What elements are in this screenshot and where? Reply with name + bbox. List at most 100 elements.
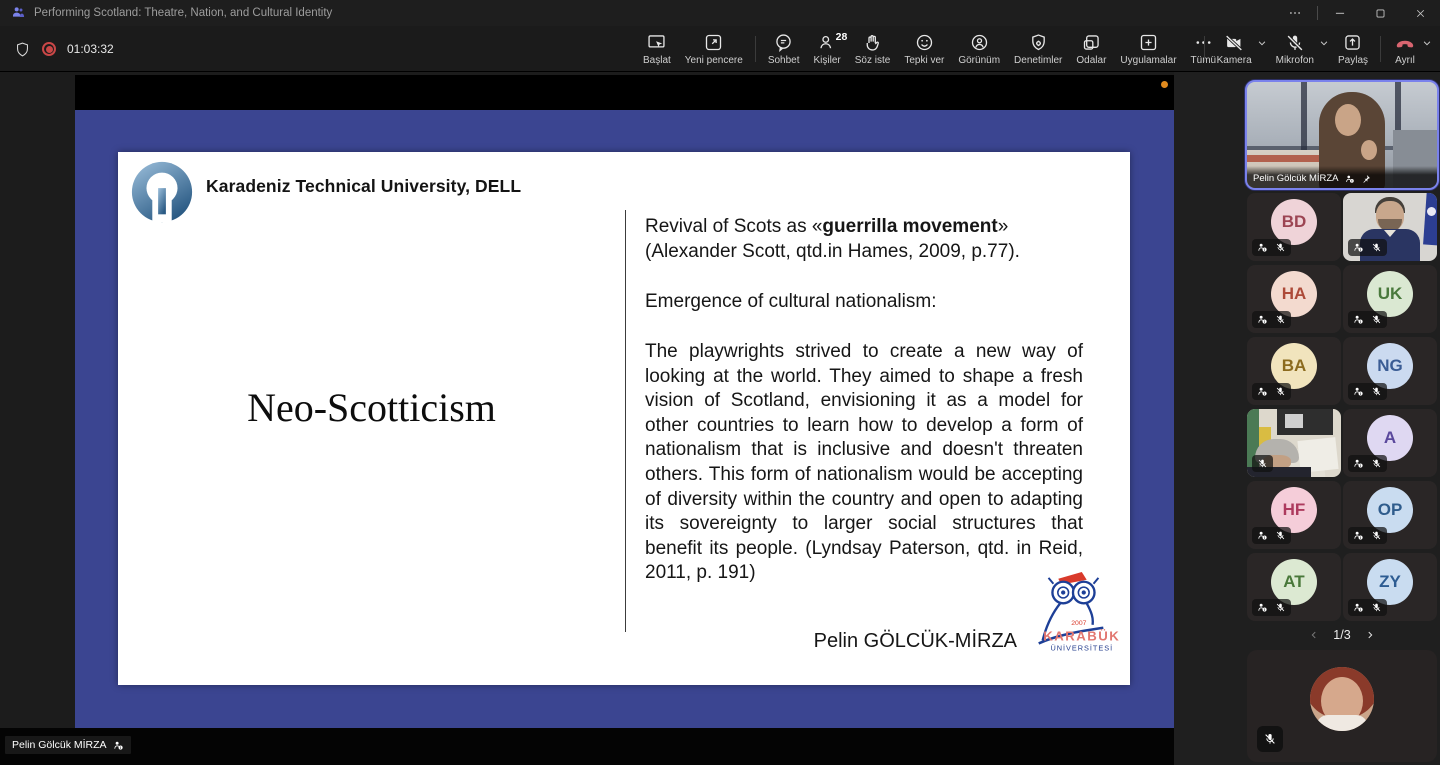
svg-text:2007: 2007	[1071, 620, 1086, 627]
pager-next-icon[interactable]	[1365, 629, 1375, 641]
speaker-video-tile[interactable]: Pelin Gölcük MİRZA	[1245, 80, 1439, 190]
participant-tile[interactable]: BD	[1247, 193, 1341, 261]
background-banner	[1423, 193, 1437, 246]
new-window-button[interactable]: Yeni pencere	[678, 29, 750, 69]
shield-icon	[14, 41, 31, 58]
toolbar-left-group: 01:03:32	[14, 26, 114, 72]
apps-button[interactable]: Uygulamalar	[1113, 29, 1183, 69]
spotlight-icon	[1354, 315, 1363, 324]
view-icon	[969, 32, 990, 53]
titlebar-divider	[1317, 6, 1318, 20]
window-controls	[1275, 0, 1440, 26]
mic-muted-icon	[1276, 243, 1285, 252]
mic-chevron-icon[interactable]	[1319, 38, 1329, 69]
status-chip	[1252, 239, 1291, 256]
toolbar-center-group: Başlat Yeni pencere Sohbet 28 Kişiler Sö…	[636, 29, 1223, 69]
participant-tile[interactable]: AT	[1247, 553, 1341, 621]
mic-muted-icon	[1372, 459, 1381, 468]
mic-off-icon	[1284, 32, 1306, 53]
rooms-icon	[1081, 32, 1102, 53]
new-window-icon	[703, 32, 724, 53]
mic-muted-icon	[1276, 603, 1285, 612]
start-share-icon	[646, 32, 667, 53]
participant-tile[interactable]: HF	[1247, 481, 1341, 549]
view-button[interactable]: Görünüm	[951, 29, 1007, 69]
mic-muted-icon	[1372, 603, 1381, 612]
participant-tile[interactable]: UK	[1343, 265, 1437, 333]
mic-muted-icon	[1372, 531, 1381, 540]
participant-tile[interactable]: BA	[1247, 337, 1341, 405]
controls-shield-gear-icon	[1028, 32, 1049, 53]
window-title: Performing Scotland: Theatre, Nation, an…	[34, 7, 333, 19]
spotlight-icon	[1258, 603, 1267, 612]
camera-off-icon	[1223, 32, 1245, 53]
apps-plus-icon	[1138, 32, 1159, 53]
mic-muted-icon	[1276, 315, 1285, 324]
self-mic-chip	[1257, 726, 1283, 752]
body-paragraph: The playwrights strived to create a new …	[645, 341, 1083, 584]
background-poster	[1277, 409, 1333, 435]
self-video-tile[interactable]	[1247, 650, 1437, 762]
share-button[interactable]: Paylaş	[1331, 29, 1375, 69]
toolbar-right-group: Kamera Mikrofon Paylaş Ayrıl	[1199, 29, 1434, 69]
raise-hand-button[interactable]: Söz iste	[848, 29, 898, 69]
toolbar-divider	[754, 36, 756, 62]
ktu-logo	[129, 159, 195, 225]
speaker-face	[1335, 104, 1361, 136]
nametag-label: Pelin Gölcük MİRZA	[12, 739, 107, 751]
start-share-button[interactable]: Başlat	[636, 29, 678, 69]
toolbar-divider	[1203, 36, 1205, 62]
people-count-badge: 28	[835, 31, 848, 43]
react-button[interactable]: Tepki ver	[897, 29, 951, 69]
window-titlebar: Performing Scotland: Theatre, Nation, an…	[0, 0, 1440, 26]
notification-dot	[1161, 81, 1168, 88]
status-chip	[1348, 239, 1387, 256]
leave-chevron-icon[interactable]	[1422, 38, 1432, 69]
participants-panel: Pelin Gölcük MİRZA BD HA UK BA NG A HF O…	[1174, 72, 1440, 765]
react-icon	[914, 32, 935, 53]
status-chip	[1348, 455, 1387, 472]
meeting-controls-button[interactable]: Denetimler	[1007, 29, 1069, 69]
spotlight-icon	[1354, 459, 1363, 468]
participant-video-tile[interactable]	[1247, 409, 1341, 477]
university-name: Karadeniz Technical University, DELL	[206, 176, 522, 196]
status-chip	[1252, 455, 1273, 472]
people-icon: 28	[817, 31, 847, 53]
slide-divider-line	[625, 210, 626, 632]
mic-button[interactable]: Mikrofon	[1269, 29, 1321, 69]
status-chip	[1252, 311, 1291, 328]
participant-tile[interactable]: HA	[1247, 265, 1341, 333]
quote-block: Revival of Scots as «guerrilla movement»…	[645, 216, 1020, 262]
karabuk-university-logo: 2007 KARABÜK ÜNİVERSİTESİ	[1023, 570, 1121, 662]
spotlight-icon	[1345, 174, 1355, 184]
titlebar-more-button[interactable]	[1275, 0, 1315, 26]
participant-tile[interactable]: NG	[1343, 337, 1437, 405]
participant-tile[interactable]: ZY	[1343, 553, 1437, 621]
people-button[interactable]: 28 Kişiler	[807, 29, 848, 69]
participant-video-tile[interactable]	[1343, 193, 1437, 261]
participant-tile[interactable]: A	[1343, 409, 1437, 477]
mic-muted-icon	[1276, 531, 1285, 540]
spotlight-icon	[1354, 603, 1363, 612]
close-button[interactable]	[1400, 0, 1440, 26]
subheading: Emergence of cultural nationalism:	[645, 291, 937, 312]
camera-button[interactable]: Kamera	[1210, 29, 1259, 69]
speaker-name: Pelin Gölcük MİRZA	[1253, 173, 1339, 184]
spotlight-icon	[1258, 531, 1267, 540]
camera-chevron-icon[interactable]	[1257, 38, 1267, 69]
participant-tile[interactable]: OP	[1343, 481, 1437, 549]
maximize-button[interactable]	[1360, 0, 1400, 26]
minimize-button[interactable]	[1320, 0, 1360, 26]
leave-button[interactable]: Ayrıl	[1386, 29, 1424, 69]
pager-prev-icon[interactable]	[1309, 629, 1319, 641]
recording-indicator-icon	[42, 42, 56, 56]
spotlight-icon	[1354, 243, 1363, 252]
background-roof	[1247, 155, 1319, 162]
mic-muted-icon	[1276, 387, 1285, 396]
meeting-toolbar: 01:03:32 Başlat Yeni pencere Sohbet 28 K…	[0, 26, 1440, 72]
self-avatar-shirt	[1316, 715, 1368, 731]
spotlight-icon	[1354, 531, 1363, 540]
chat-button[interactable]: Sohbet	[761, 29, 807, 69]
rooms-button[interactable]: Odalar	[1069, 29, 1113, 69]
spotlight-icon	[1258, 315, 1267, 324]
